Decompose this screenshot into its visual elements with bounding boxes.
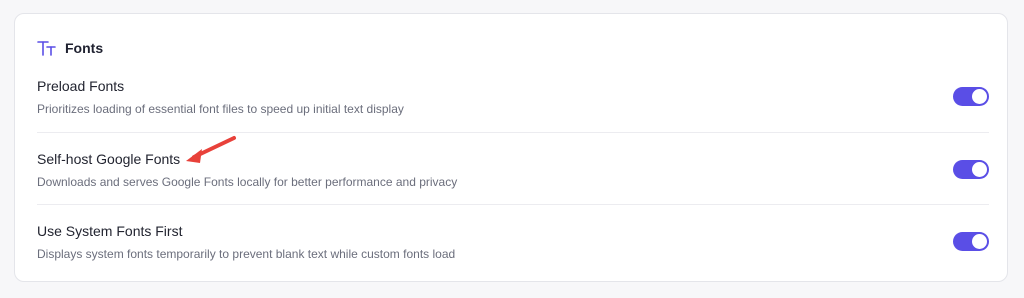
fonts-settings-card: Fonts Preload Fonts Prioritizes loading … [14,13,1008,282]
use-system-fonts-first-toggle[interactable] [953,232,989,251]
self-host-google-fonts-toggle[interactable] [953,160,989,179]
divider [37,204,989,205]
setting-label: Self-host Google Fonts [37,151,181,167]
setting-description: Prioritizes loading of essential font fi… [37,102,404,116]
setting-description: Downloads and serves Google Fonts locall… [37,175,458,189]
section-title: Fonts [65,40,104,56]
setting-label: Use System Fonts First [37,223,183,239]
toggle-knob [972,89,987,104]
red-arrow-annotation-icon [186,136,236,163]
setting-description: Displays system fonts temporarily to pre… [37,247,456,261]
section-header: Fonts [37,38,103,58]
setting-label: Preload Fonts [37,78,125,94]
toggle-knob [972,234,987,249]
setting-use-system-fonts-first: Use System Fonts First Displays system f… [37,217,989,289]
preload-fonts-toggle[interactable] [953,87,989,106]
toggle-knob [972,162,987,177]
font-size-icon [37,39,57,57]
